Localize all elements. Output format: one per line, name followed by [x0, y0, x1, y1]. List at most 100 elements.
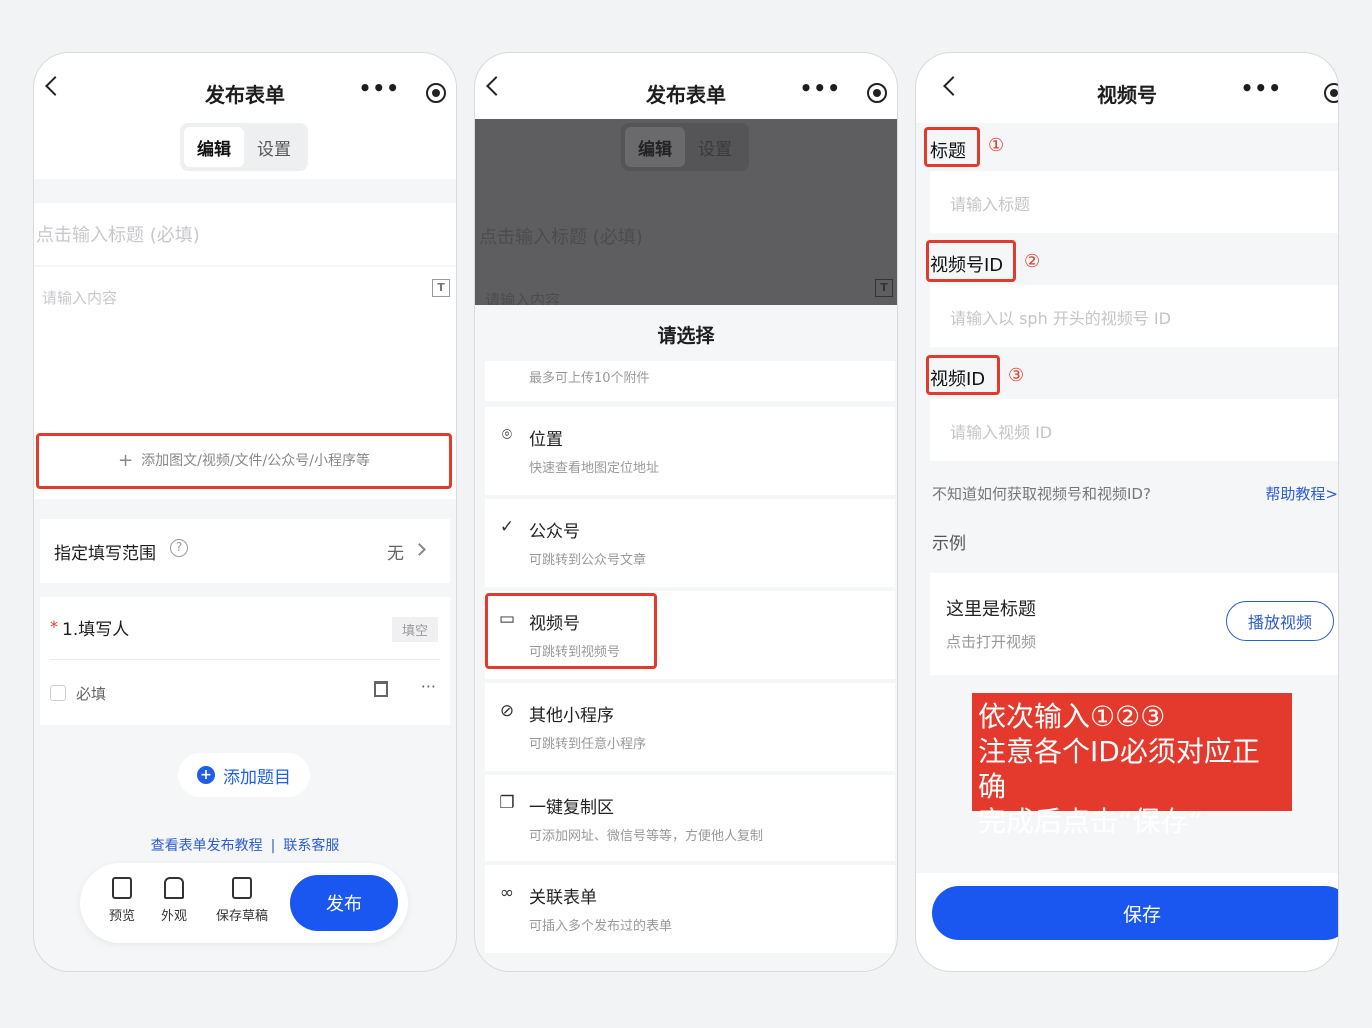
option-location[interactable]: ⌾ 位置 快速查看地图定位地址: [485, 407, 895, 495]
option-desc: 可添加网址、微信号等等，方便他人复制: [529, 829, 764, 844]
nav-bar: 发布表单 •••: [475, 53, 897, 123]
option-mini-program[interactable]: ⊘ 其他小程序 可跳转到任意小程序: [485, 683, 895, 771]
save-icon: [232, 877, 252, 899]
close-target-icon[interactable]: [867, 83, 887, 103]
tutorial-link[interactable]: 查看表单发布教程: [151, 838, 263, 854]
phone-form-editor: 发布表单 ••• 编辑 设置 点击输入标题 (必填) 请输入内容 T + 添加图…: [33, 52, 457, 972]
bottom-sheet: 请选择 最多可上传10个附件 ⌾ 位置 快速查看地图定位地址 ✓ 公众号 可跳转…: [475, 305, 897, 971]
official-account-icon: ✓: [499, 517, 515, 537]
shirt-icon: [164, 877, 184, 899]
question-type-badge: 填空: [391, 617, 438, 642]
location-icon: ⌾: [501, 425, 513, 445]
highlight-box: [485, 593, 657, 669]
support-link[interactable]: 联系客服: [283, 838, 339, 854]
delete-icon[interactable]: [374, 681, 388, 697]
card-title: 这里是标题: [946, 599, 1036, 620]
more-icon[interactable]: •••: [800, 78, 841, 98]
note-line: 注意各个ID必须对应正确: [978, 735, 1260, 803]
close-target-icon[interactable]: [426, 83, 446, 103]
option-official-account[interactable]: ✓ 公众号 可跳转到公众号文章: [485, 499, 895, 587]
option-desc: 可跳转到公众号文章: [529, 553, 647, 568]
card-subtitle: 点击打开视频: [946, 633, 1037, 651]
tab-edit: 编辑: [625, 127, 685, 167]
mini-program-icon: ⊘: [499, 701, 515, 721]
more-icon[interactable]: •••: [359, 78, 400, 98]
video-id-input[interactable]: 请输入视频 ID: [930, 399, 1338, 461]
instruction-note: 依次输入①②③ 注意各个ID必须对应正确 完成后点击“保存”: [972, 693, 1292, 838]
appearance-button[interactable]: 外观: [144, 877, 204, 924]
option-name: 公众号: [529, 522, 580, 542]
highlight-box: [924, 127, 980, 167]
appearance-label: 外观: [160, 909, 187, 924]
save-draft-button[interactable]: 保存草稿: [204, 877, 280, 924]
footer-links: 查看表单发布教程 | 联系客服: [34, 835, 456, 855]
copy-icon: ❐: [499, 793, 515, 813]
nav-bar: 发布表单 •••: [34, 53, 456, 123]
scope-row[interactable]: 指定填写范围 ? 无: [40, 519, 450, 583]
scope-label: 指定填写范围: [54, 544, 156, 564]
text-format-icon[interactable]: T: [432, 279, 450, 297]
channel-id-placeholder: 请输入以 sph 开头的视频号 ID: [950, 309, 1171, 328]
title-placeholder: 点击输入标题 (必填): [479, 227, 643, 248]
question-label: 1.填写人: [62, 620, 130, 640]
channel-id-input[interactable]: 请输入以 sph 开头的视频号 ID: [930, 285, 1338, 347]
attachment-hint: 最多可上传10个附件: [529, 371, 650, 386]
required-checkbox[interactable]: [50, 685, 66, 701]
example-label: 示例: [932, 534, 966, 554]
title-placeholder: 请输入标题: [950, 195, 1031, 214]
tab-settings[interactable]: 设置: [244, 127, 304, 167]
save-button[interactable]: 保存: [932, 886, 1338, 940]
question-card[interactable]: * 1.填写人 填空 必填 ···: [40, 597, 450, 725]
chevron-right-icon: [413, 543, 426, 556]
step-number: ②: [1024, 251, 1041, 272]
highlight-box: [926, 355, 1000, 395]
scope-value: 无: [387, 544, 404, 564]
nav-bar: 视频号 •••: [916, 53, 1338, 123]
tab-edit[interactable]: 编辑: [184, 127, 244, 167]
phone-video-channel-form: 视频号 ••• 标题 ① 请输入标题 视频号ID ② 请输入以 sph 开头的视…: [915, 52, 1339, 972]
more-options-icon[interactable]: ···: [421, 677, 436, 696]
option-name: 关联表单: [529, 888, 597, 908]
plus-circle-icon: +: [197, 766, 215, 784]
title-placeholder: 点击输入标题 (必填): [36, 225, 200, 246]
edit-settings-segment: 编辑 设置: [180, 123, 308, 171]
more-icon[interactable]: •••: [1241, 78, 1282, 98]
content-placeholder: 请输入内容: [42, 289, 118, 307]
option-linked-form[interactable]: ∞ 关联表单 可插入多个发布过的表单: [485, 865, 895, 953]
play-video-button[interactable]: 播放视频: [1226, 601, 1334, 641]
step-number: ③: [1008, 365, 1025, 386]
title-input[interactable]: 请输入标题: [930, 171, 1338, 233]
help-question: 不知道如何获取视频号和视频ID?: [932, 485, 1151, 503]
option-copy-area[interactable]: ❐ 一键复制区 可添加网址、微信号等等，方便他人复制: [485, 775, 895, 861]
phone-attachment-picker: 发布表单 ••• 编辑 设置 点击输入标题 (必填) 请输入内容 T 请选择 最…: [474, 52, 898, 972]
tab-settings: 设置: [698, 139, 732, 160]
option-name: 位置: [529, 430, 563, 450]
help-icon[interactable]: ?: [170, 539, 188, 557]
attachment-hint-row: 最多可上传10个附件: [485, 361, 895, 401]
dimmed-overlay[interactable]: 编辑 设置 点击输入标题 (必填) 请输入内容 T: [475, 119, 897, 309]
required-label: 必填: [76, 685, 107, 703]
preview-label: 预览: [108, 909, 135, 924]
highlight-box: [926, 240, 1016, 282]
save-draft-label: 保存草稿: [215, 909, 268, 924]
option-name: 一键复制区: [529, 798, 614, 818]
preview-icon: [112, 877, 132, 899]
video-id-placeholder: 请输入视频 ID: [950, 423, 1053, 442]
note-line: 依次输入①②③: [978, 700, 1166, 733]
option-name: 其他小程序: [529, 706, 614, 726]
highlight-box: [36, 433, 452, 489]
text-format-icon: T: [875, 279, 893, 297]
option-desc: 可跳转到任意小程序: [529, 737, 647, 752]
publish-button[interactable]: 发布: [290, 875, 398, 931]
help-tutorial-link[interactable]: 帮助教程>: [1265, 483, 1338, 504]
add-question-label: 添加题目: [223, 767, 291, 788]
add-question-button[interactable]: + 添加题目: [178, 753, 310, 797]
title-input[interactable]: 点击输入标题 (必填): [34, 203, 456, 265]
example-card[interactable]: 这里是标题 点击打开视频 播放视频: [930, 573, 1338, 675]
option-desc: 可插入多个发布过的表单: [529, 919, 673, 934]
note-line: 完成后点击“保存”: [978, 805, 1204, 838]
close-target-icon[interactable]: [1324, 83, 1338, 103]
link-icon: ∞: [499, 883, 515, 903]
link-separator: |: [270, 838, 276, 854]
preview-button[interactable]: 预览: [92, 877, 152, 924]
